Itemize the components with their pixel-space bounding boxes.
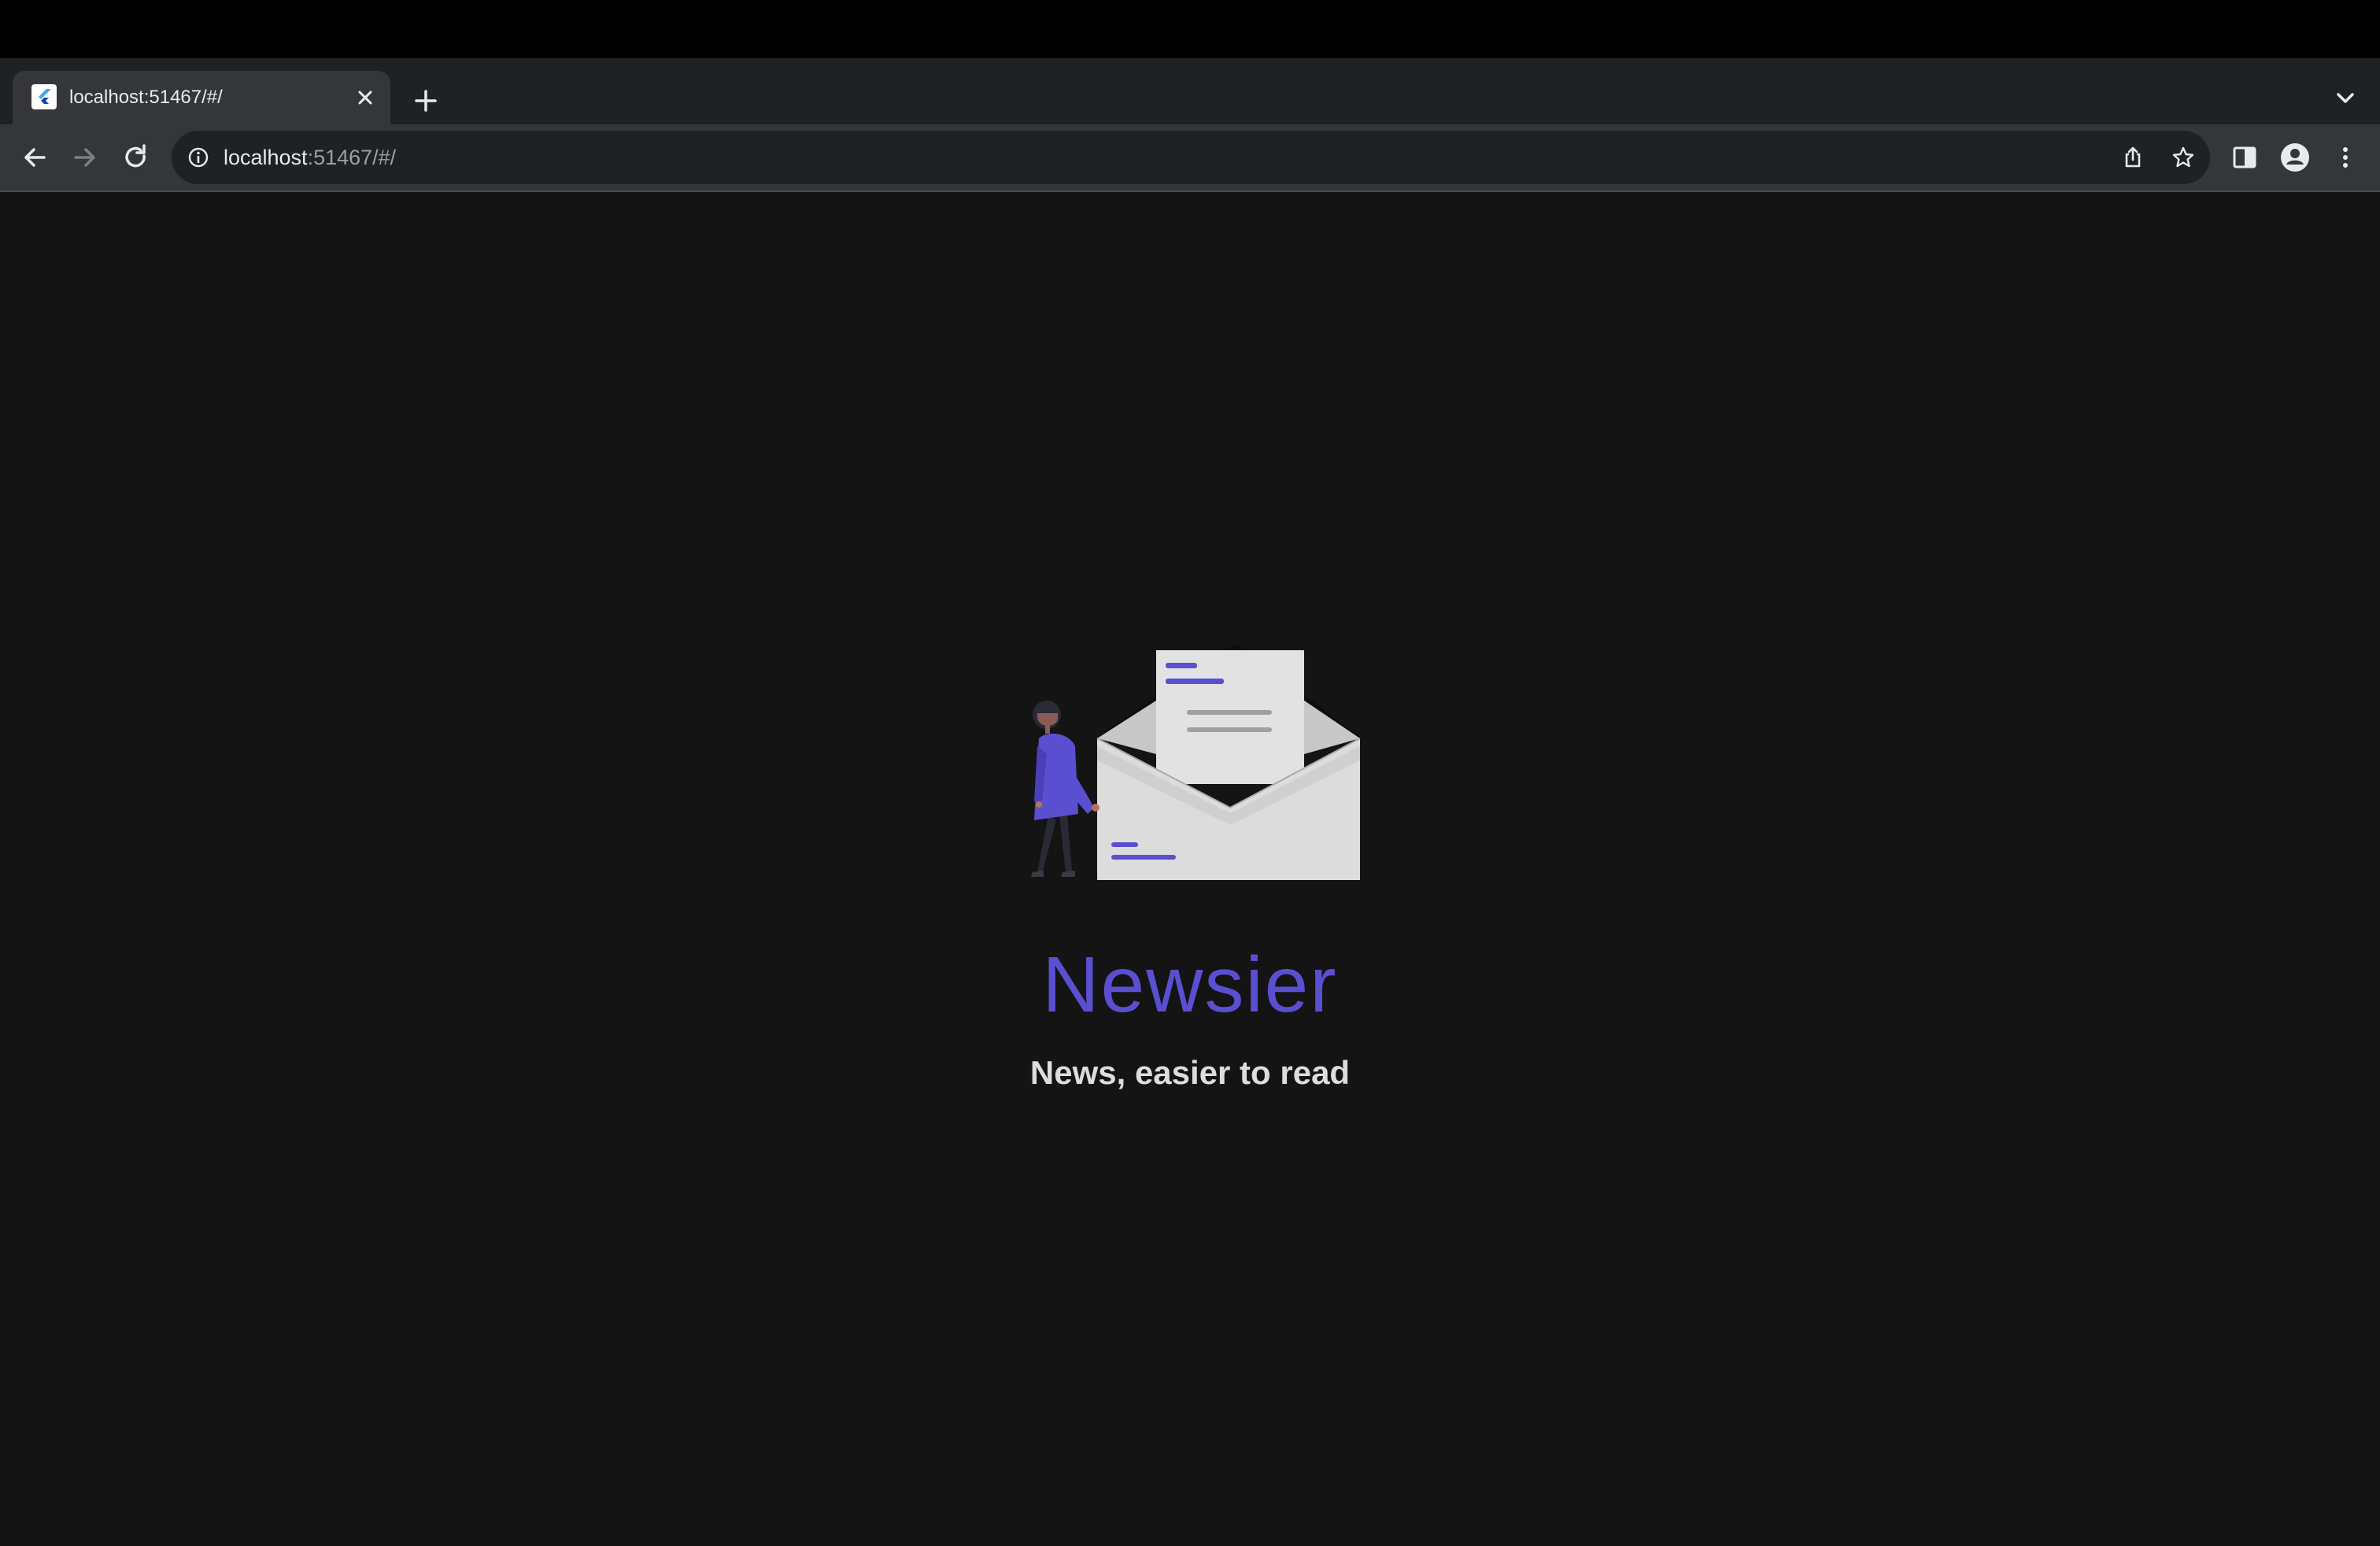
address-bar[interactable]: localhost:51467/#/ <box>172 131 2210 184</box>
side-panel-icon[interactable] <box>2227 140 2262 175</box>
tab-strip: localhost:51467/#/ <box>0 58 2380 124</box>
info-icon[interactable] <box>187 146 209 168</box>
close-icon[interactable] <box>353 85 378 110</box>
star-icon[interactable] <box>2171 145 2196 170</box>
url-path: :51467/#/ <box>307 146 397 169</box>
browser-toolbar: localhost:51467/#/ <box>0 124 2380 192</box>
plus-icon[interactable] <box>408 83 443 118</box>
window-top-bar <box>0 0 2380 58</box>
app-title: Newsier <box>1042 941 1338 1029</box>
tab-title: localhost:51467/#/ <box>69 87 223 108</box>
arrow-right-icon[interactable] <box>66 139 104 176</box>
browser-tab[interactable]: localhost:51467/#/ <box>13 71 390 124</box>
arrow-left-icon[interactable] <box>16 139 54 176</box>
share-icon[interactable] <box>2120 145 2145 170</box>
app-subtitle: News, easier to read <box>1029 1054 1351 1091</box>
kebab-menu-icon[interactable] <box>2328 140 2363 175</box>
url-host: localhost <box>224 146 308 169</box>
flutter-icon <box>31 84 57 109</box>
app-page: Newsier News, easier to read <box>0 192 2380 1546</box>
reload-icon[interactable] <box>116 139 154 176</box>
url-text[interactable]: localhost:51467/#/ <box>224 131 396 184</box>
chevron-down-icon[interactable] <box>2330 82 2361 113</box>
person-with-open-envelope-illustration <box>1031 644 1361 880</box>
profile-icon[interactable] <box>2278 140 2312 175</box>
